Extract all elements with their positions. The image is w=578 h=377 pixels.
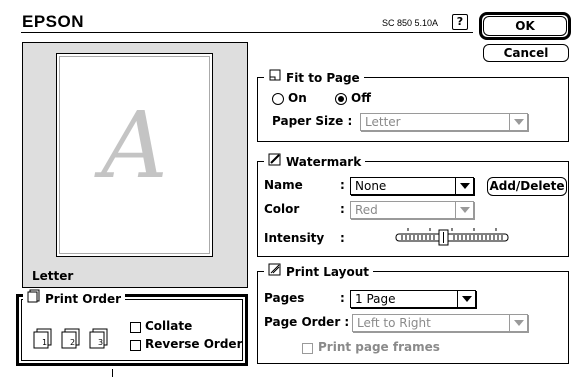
print-order-icon <box>27 289 41 308</box>
fit-to-page-title: Fit to Page <box>264 68 364 87</box>
chevron-down-icon <box>509 114 527 130</box>
watermark-color-colon: : <box>340 202 345 216</box>
intensity-label: Intensity <box>264 231 325 245</box>
pages-colon: : <box>340 291 345 305</box>
fit-off-radio[interactable] <box>335 93 347 105</box>
page-preview: A <box>56 53 213 257</box>
pages-popup[interactable]: 1 Page <box>350 290 476 308</box>
epson-logo: EPSON <box>22 12 85 31</box>
print-layout-group: Print Layout Pages : 1 Page Page Order :… <box>257 262 569 364</box>
cancel-button[interactable]: Cancel <box>483 44 569 62</box>
print-order-group: Print Order 1 2 3 Collate Reverse Order <box>16 289 248 366</box>
page-order-label: Page Order : <box>264 315 350 329</box>
ok-button[interactable]: OK <box>483 16 567 36</box>
print-layout-icon <box>268 262 282 281</box>
intensity-slider[interactable] <box>394 226 510 248</box>
print-order-title: Print Order <box>23 289 126 308</box>
page-order-popup[interactable]: Left to Right <box>352 314 528 332</box>
collate-checkbox[interactable] <box>130 322 141 333</box>
watermark-name-label: Name <box>264 178 303 192</box>
paper-size-caption: Letter <box>32 269 74 283</box>
watermark-icon <box>268 152 282 171</box>
print-layout-title: Print Layout <box>264 262 374 281</box>
fit-off-label[interactable]: Off <box>351 91 371 105</box>
svg-text:3: 3 <box>98 338 103 347</box>
intensity-colon: : <box>340 231 345 245</box>
divider-tick <box>112 369 113 377</box>
watermark-color-popup[interactable]: Red <box>350 201 474 219</box>
pages-label: Pages <box>264 291 305 305</box>
preview-letter: A <box>101 92 168 199</box>
watermark-group: Watermark Name : None Add/Delete Color :… <box>257 152 569 257</box>
preview-panel: A Letter <box>22 42 248 288</box>
add-delete-button[interactable]: Add/Delete <box>487 177 567 196</box>
fit-to-page-icon <box>268 68 282 87</box>
slider-thumb[interactable] <box>438 229 449 246</box>
watermark-name-popup[interactable]: None <box>350 177 474 195</box>
print-frames-label[interactable]: Print page frames <box>318 340 440 354</box>
watermark-color-label: Color <box>264 202 300 216</box>
print-frames-checkbox[interactable] <box>302 343 313 354</box>
watermark-name-colon: : <box>340 178 345 192</box>
svg-text:2: 2 <box>70 338 75 347</box>
header-rule <box>21 32 473 33</box>
version-text: SC 850 5.10A <box>382 18 439 28</box>
fit-on-label[interactable]: On <box>288 91 307 105</box>
page-stack-icon: 1 2 3 <box>33 327 113 353</box>
reverse-order-checkbox[interactable] <box>130 340 141 351</box>
fit-to-page-group: Fit to Page On Off Paper Size : Letter <box>257 68 569 142</box>
chevron-down-icon <box>455 178 473 194</box>
collate-label[interactable]: Collate <box>145 319 192 333</box>
paper-size-popup[interactable]: Letter <box>360 113 528 131</box>
help-question-icon[interactable]: ? <box>452 14 468 30</box>
watermark-title: Watermark <box>264 152 366 171</box>
svg-text:1: 1 <box>42 338 47 347</box>
fit-on-radio[interactable] <box>272 93 284 105</box>
chevron-down-icon <box>457 291 475 307</box>
chevron-down-icon <box>509 315 527 331</box>
chevron-down-icon <box>455 202 473 218</box>
paper-size-label: Paper Size : <box>272 114 353 128</box>
reverse-order-label[interactable]: Reverse Order <box>145 337 242 351</box>
